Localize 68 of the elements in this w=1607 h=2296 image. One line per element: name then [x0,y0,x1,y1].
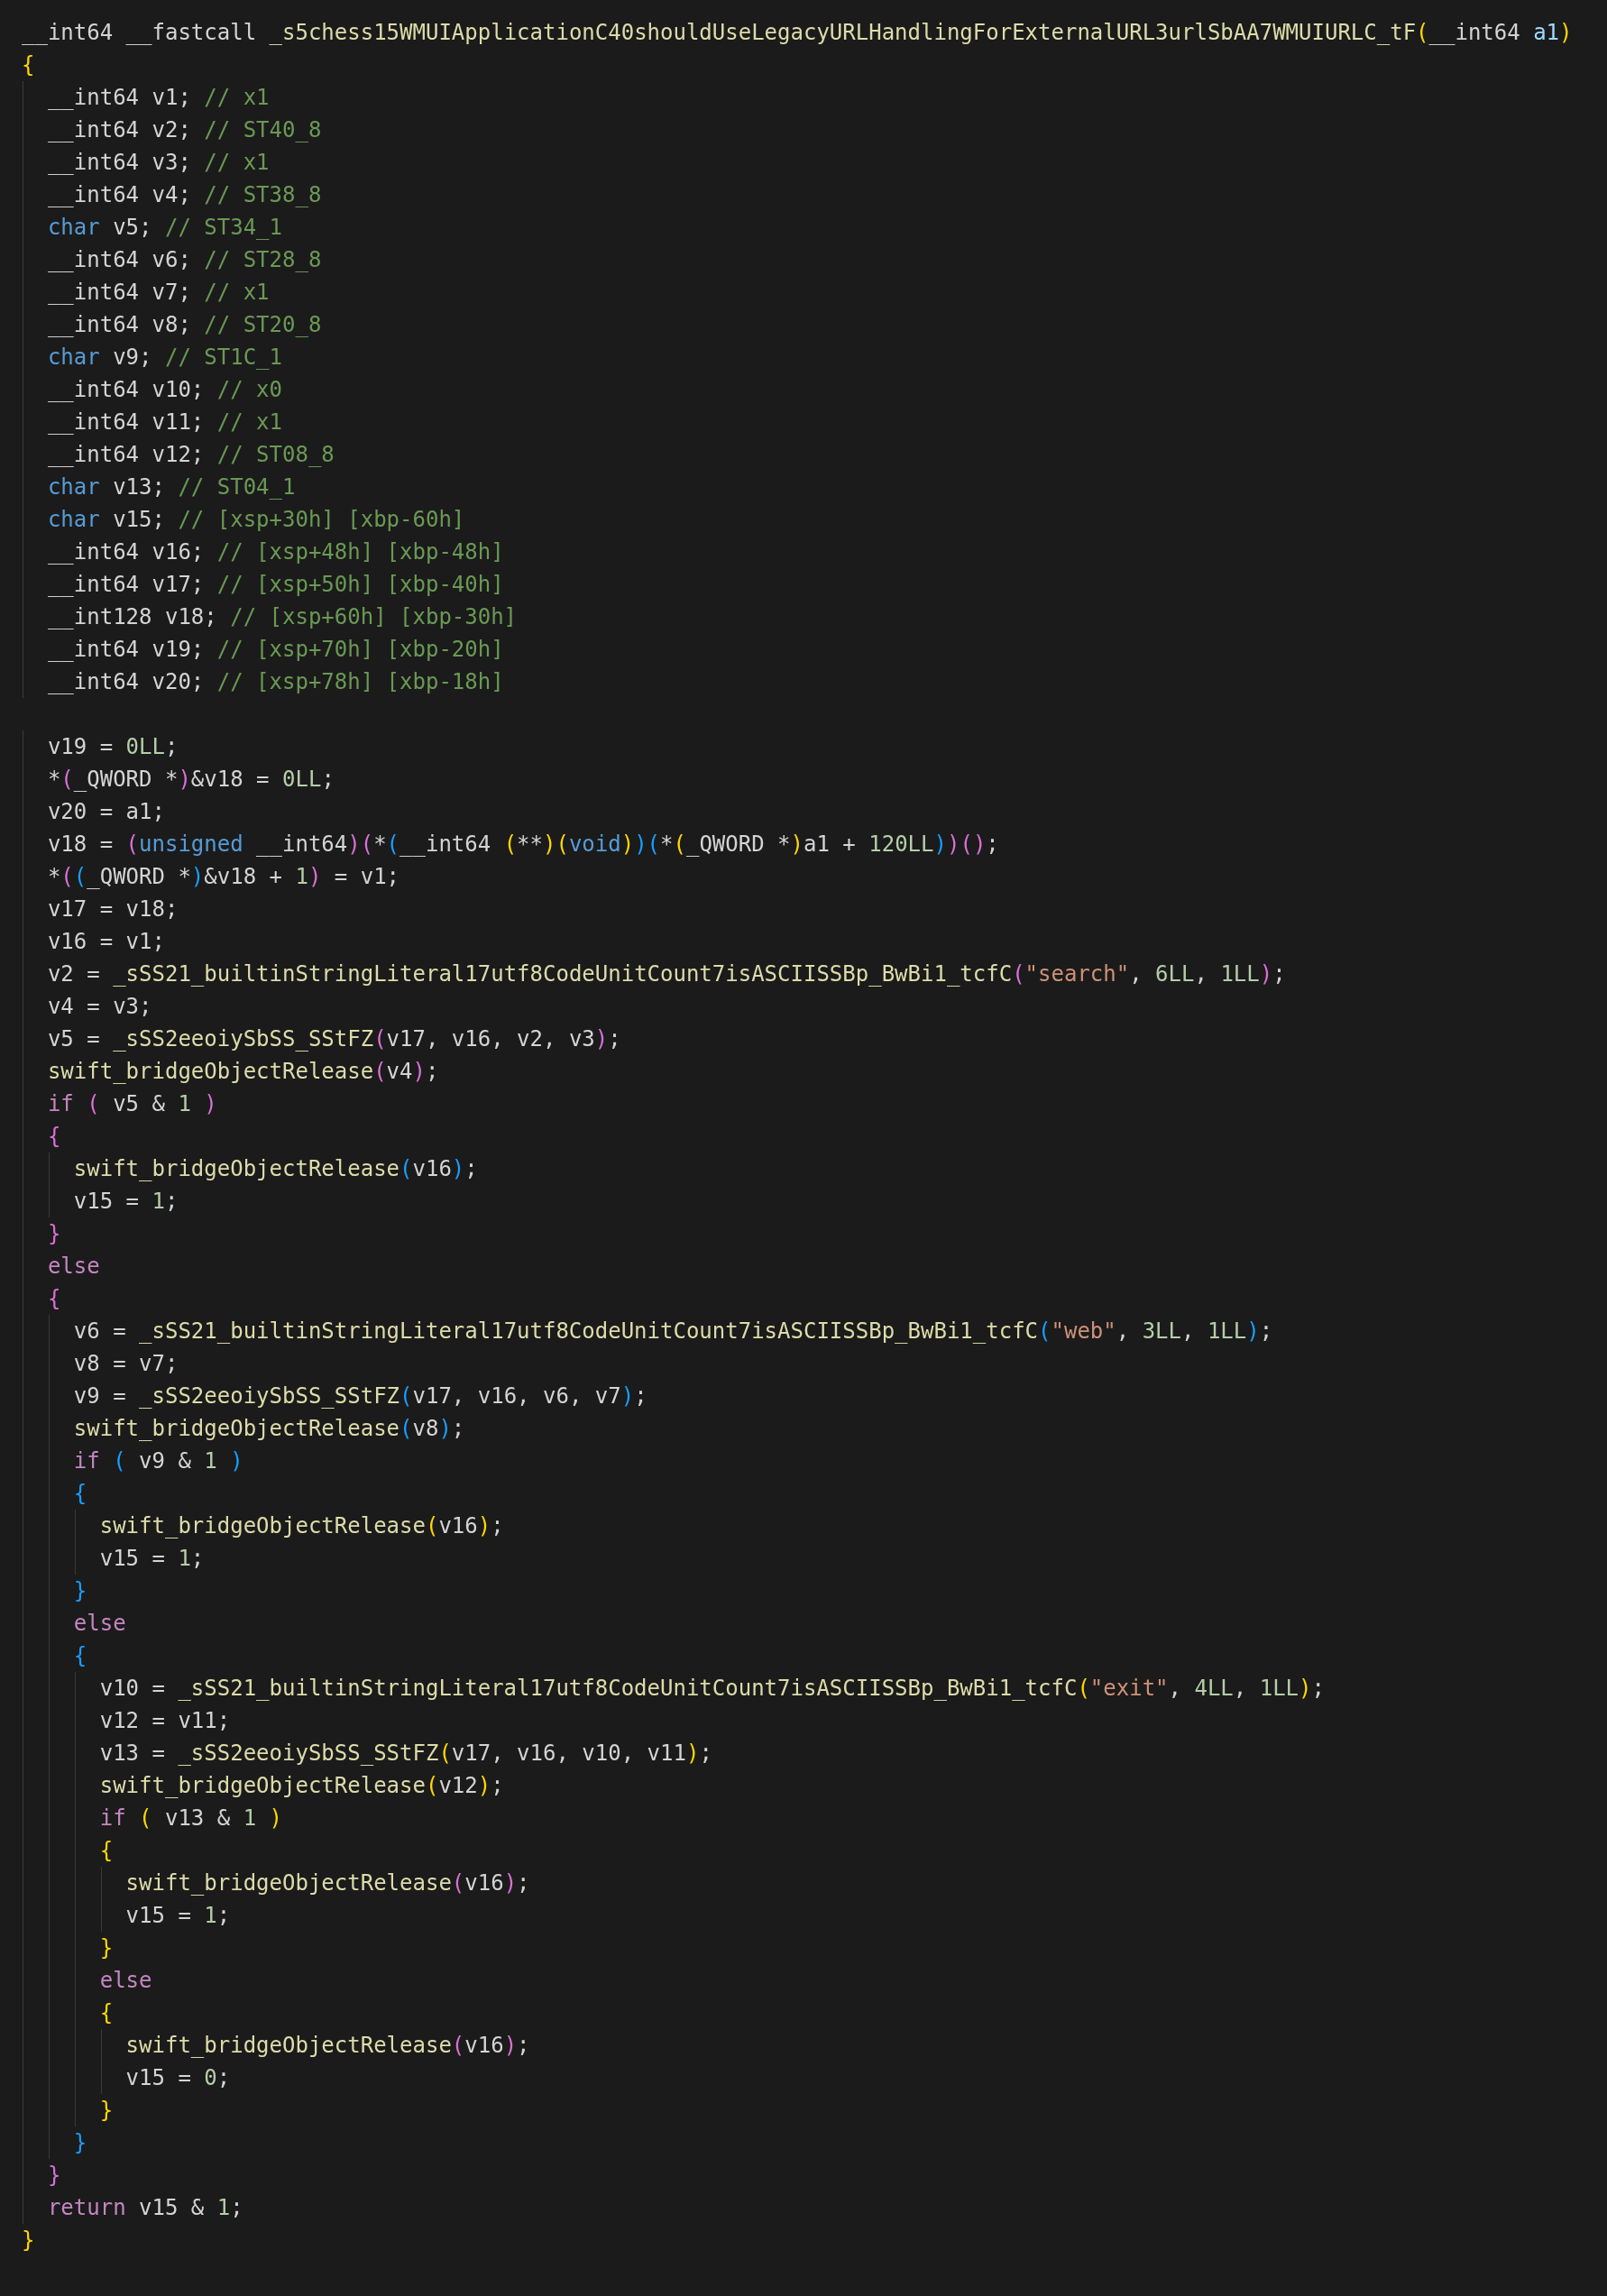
code-line: else [46,1253,100,1281]
code-line: v4 = v3; [46,993,152,1021]
code-line: __int64 v2; // ST40_8 [46,116,322,144]
code-line: __int128 v18; // [xsp+60h] [xbp-30h] [46,603,518,631]
code-line: __int64 v10; // x0 [46,376,282,404]
code-line: __int64 v16; // [xsp+48h] [xbp-48h] [46,538,504,566]
code-line: } [98,1934,114,1962]
code-line: __int64 v12; // ST08_8 [46,441,335,469]
code-line: __int64 v6; // ST28_8 [46,246,322,274]
code-line: __int64 v1; // x1 [46,84,270,112]
code-line: v5 = _sSS2eeoiySbSS_SStFZ(v17, v16, v2, v3); [46,1025,621,1053]
code-line: __int64 v11; // x1 [46,409,282,436]
code-line: swift_bridgeObjectRelease(v16); [124,1869,530,1897]
code-line: swift_bridgeObjectRelease(v16); [72,1155,478,1183]
code-line: __int64 v7; // x1 [46,279,270,307]
code-line: v13 = _sSS2eeoiySbSS_SStFZ(v17, v16, v10, v11); [98,1740,712,1768]
code-line: __int64 v17; // [xsp+50h] [xbp-40h] [46,571,504,599]
code-line: swift_bridgeObjectRelease(v12); [98,1772,504,1800]
code-line: } [46,2162,61,2190]
code-line: __int64 v3; // x1 [46,149,270,177]
code-line: __int64 v8; // ST20_8 [46,311,322,339]
code-line: v6 = _sSS21_builtinStringLiteral17utf8CodeUnitCount7isASCIISSBp_BwBi1_tcfC("web", 3LL, 1LL); [72,1318,1273,1345]
code-line: char v15; // [xsp+30h] [xbp-60h] [46,506,465,534]
code-line: } [46,1220,61,1248]
code-line: *((_QWORD *)&v18 + 1) = v1; [46,863,400,891]
code-line: { [98,1999,114,2027]
code-line: __int64 v20; // [xsp+78h] [xbp-18h] [46,668,504,696]
code-line: if ( v13 & 1 ) [98,1805,282,1832]
code-line: v10 = _sSS21_builtinStringLiteral17utf8CodeUnitCount7isASCIISSBp_BwBi1_tcfC("exit", 4LL, 1LL); [98,1675,1325,1703]
code-line: v17 = v18; [46,895,179,923]
code-line: char v13; // ST04_1 [46,473,296,501]
code-line: v8 = v7; [72,1350,179,1378]
code-line: } [72,1577,87,1605]
code-line: v19 = 0LL; [46,733,179,761]
code-line: { [46,1123,61,1151]
code-line: { [72,1642,87,1670]
code-line: else [98,1967,152,1995]
code-line: if ( v5 & 1 ) [46,1090,217,1118]
code-line: swift_bridgeObjectRelease(v8); [72,1415,465,1443]
code-line: __int64 v19; // [xsp+70h] [xbp-20h] [46,636,504,664]
code-line: { [98,1837,114,1865]
code-line: __int64 v4; // ST38_8 [46,181,322,209]
code-line: __int64 __fastcall _s5chess15WMUIApplicationC40shouldUseLegacyURLHandlingForExternalURL3urlSbAA7WMUIURLC_tF(__int64 a1) [22,19,1573,47]
code-line: v15 = 0; [124,2064,231,2092]
code-line: v9 = _sSS2eeoiySbSS_SStFZ(v17, v16, v6, v7); [72,1382,647,1410]
code-line: swift_bridgeObjectRelease(v16); [124,2032,530,2060]
code-line: else [72,1610,126,1638]
code-line: return v15 & 1; [46,2194,243,2222]
code-line: v15 = 1; [98,1545,205,1573]
code-line: v2 = _sSS21_builtinStringLiteral17utf8CodeUnitCount7isASCIISSBp_BwBi1_tcfC("search", 6LL, 1LL); [46,960,1286,988]
code-line: } [22,2227,35,2255]
code-line: v15 = 1; [72,1188,179,1216]
code-line: { [72,1480,87,1508]
code-line: } [98,2097,114,2125]
code-line: v18 = (unsigned __int64)(*(__int64 (**)(void))(*(_QWORD *)a1 + 120LL))(); [46,831,999,859]
code-line: swift_bridgeObjectRelease(v4); [46,1058,439,1086]
code-line: { [22,51,35,79]
code-line: if ( v9 & 1 ) [72,1447,243,1475]
code-line: { [46,1285,61,1313]
code-line: v15 = 1; [124,1902,231,1930]
code-line: v16 = v1; [46,928,165,956]
code-line: char v9; // ST1C_1 [46,344,282,372]
code-line: } [72,2129,87,2157]
code-line: char v5; // ST34_1 [46,214,282,242]
code-line: v12 = v11; [98,1707,231,1735]
code-line: v20 = a1; [46,798,165,826]
code-line: *(_QWORD *)&v18 = 0LL; [46,766,335,794]
code-line: swift_bridgeObjectRelease(v16); [98,1512,504,1540]
